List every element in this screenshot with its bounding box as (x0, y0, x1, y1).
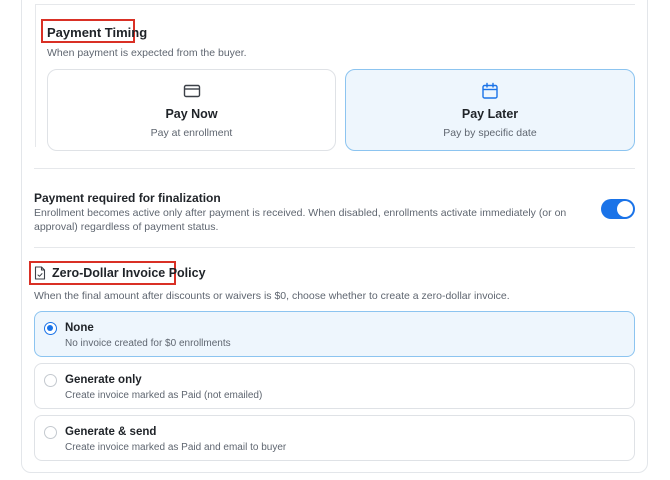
option-generate-send-sublabel: Create invoice marked as Paid and email … (65, 442, 287, 453)
divider (34, 247, 635, 248)
payment-timing-title: Payment Timing (47, 25, 148, 40)
section-top-border (35, 4, 635, 5)
toggle-knob (617, 201, 633, 217)
option-none-sublabel: No invoice created for $0 enrollments (65, 338, 231, 349)
payment-required-toggle[interactable] (601, 199, 635, 219)
document-icon (34, 266, 46, 280)
option-generate-send-title: Generate & send (65, 426, 157, 438)
option-none-title: None (65, 322, 94, 334)
payment-required-title: Payment required for finalization (34, 191, 221, 205)
option-generate-send[interactable]: Generate & send Create invoice marked as… (34, 415, 635, 461)
divider (34, 168, 635, 169)
section-left-border (35, 4, 36, 147)
radio-generate-send[interactable] (44, 426, 57, 439)
pay-now-label: Pay Now (165, 107, 218, 121)
payment-timing-description: When payment is expected from the buyer. (47, 47, 247, 59)
pay-later-sublabel: Pay by specific date (443, 127, 537, 139)
zero-dollar-title: Zero-Dollar Invoice Policy (52, 266, 206, 280)
radio-none[interactable] (44, 322, 57, 335)
option-generate-only-sublabel: Create invoice marked as Paid (not email… (65, 390, 263, 401)
option-none[interactable]: None No invoice created for $0 enrollmen… (34, 311, 635, 357)
radio-generate-only[interactable] (44, 374, 57, 387)
payment-required-description: Enrollment becomes active only after pay… (34, 207, 567, 233)
pay-later-label: Pay Later (461, 107, 519, 121)
pay-now-option[interactable]: Pay Now Pay at enrollment (47, 69, 336, 151)
credit-card-icon (183, 84, 200, 98)
option-generate-only-title: Generate only (65, 374, 142, 386)
zero-dollar-description: When the final amount after discounts or… (34, 290, 510, 302)
pay-now-sublabel: Pay at enrollment (150, 127, 233, 139)
option-generate-only[interactable]: Generate only Create invoice marked as P… (34, 363, 635, 409)
calendar-icon (482, 82, 498, 99)
pay-later-option[interactable]: Pay Later Pay by specific date (345, 69, 635, 151)
